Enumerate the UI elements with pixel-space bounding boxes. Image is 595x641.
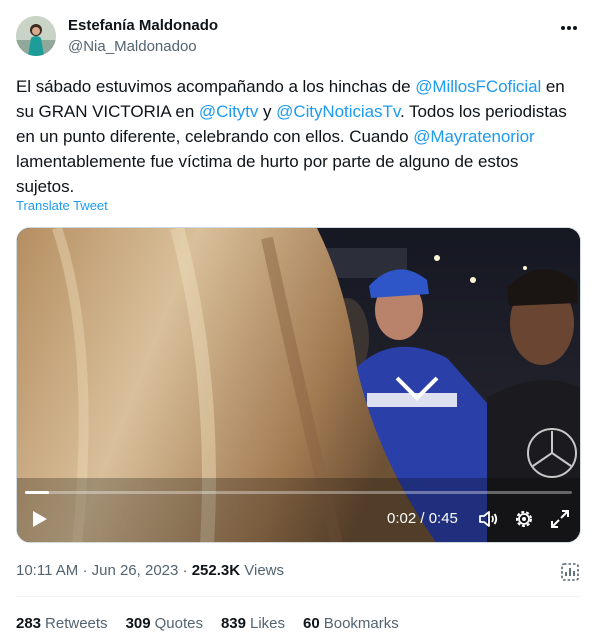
stat-bookmarks[interactable]: 60 Bookmarks	[303, 615, 399, 632]
stat-likes[interactable]: 839 Likes	[221, 615, 285, 632]
more-options-icon[interactable]	[557, 18, 581, 38]
stat-label: Bookmarks	[323, 615, 399, 632]
stat-count: 283	[16, 615, 42, 632]
tweet-time[interactable]: 10:11 AM	[16, 562, 78, 579]
views-count: 252.3K	[191, 562, 241, 579]
stat-label: Retweets	[45, 615, 108, 632]
author-handle[interactable]: @Nia_Maldonadoo	[68, 38, 197, 55]
translate-tweet-link[interactable]: Translate Tweet	[16, 198, 108, 213]
avatar[interactable]	[16, 16, 56, 56]
video-progress-fill	[25, 491, 50, 494]
stat-quotes[interactable]: 309 Quotes	[126, 615, 203, 632]
tweet-text-segment: El sábado estuvimos acompañando a los hi…	[16, 77, 416, 96]
settings-gear-icon[interactable]	[513, 508, 535, 530]
meta-separator: ·	[182, 562, 192, 579]
mention-link[interactable]: @MillosFCoficial	[415, 77, 541, 96]
tweet-header: Estefanía Maldonado @Nia_Maldonadoo	[16, 12, 581, 60]
mention-link[interactable]: @Citytv	[199, 102, 258, 121]
tweet-meta: 10:11 AM · Jun 26, 2023 · 252.3K Views	[16, 562, 284, 579]
video-player[interactable]: 0:02 / 0:45	[16, 227, 581, 543]
volume-icon[interactable]	[477, 508, 499, 530]
mention-link[interactable]: @CityNoticiasTv	[276, 102, 400, 121]
stat-count: 60	[303, 615, 320, 632]
tweet-text: El sábado estuvimos acompañando a los hi…	[16, 74, 581, 199]
play-icon[interactable]	[29, 509, 49, 529]
video-time: 0:02 / 0:45	[387, 510, 458, 527]
author-name[interactable]: Estefanía Maldonado	[68, 17, 218, 34]
video-progress-bar[interactable]	[25, 491, 572, 494]
divider	[16, 596, 581, 597]
mention-link[interactable]: @Mayratenorior	[413, 127, 534, 146]
analytics-icon[interactable]	[559, 561, 581, 583]
tweet-stats: 283 Retweets 309 Quotes 839 Likes 60 Bookmar…	[16, 615, 399, 632]
stat-label: Likes	[250, 615, 286, 632]
tweet-date[interactable]: Jun 26, 2023	[92, 562, 179, 579]
stat-retweets[interactable]: 283 Retweets	[16, 615, 108, 632]
tweet-text-segment: y	[258, 102, 277, 121]
video-controls: 0:02 / 0:45	[17, 496, 580, 542]
fullscreen-icon[interactable]	[549, 508, 571, 530]
stat-count: 839	[220, 615, 246, 632]
meta-separator: ·	[82, 562, 92, 579]
tweet-text-segment: lamentablemente fue víctima de hurto por…	[16, 152, 519, 196]
views-label: Views	[244, 562, 284, 579]
stat-count: 309	[125, 615, 151, 632]
stat-label: Quotes	[154, 615, 203, 632]
